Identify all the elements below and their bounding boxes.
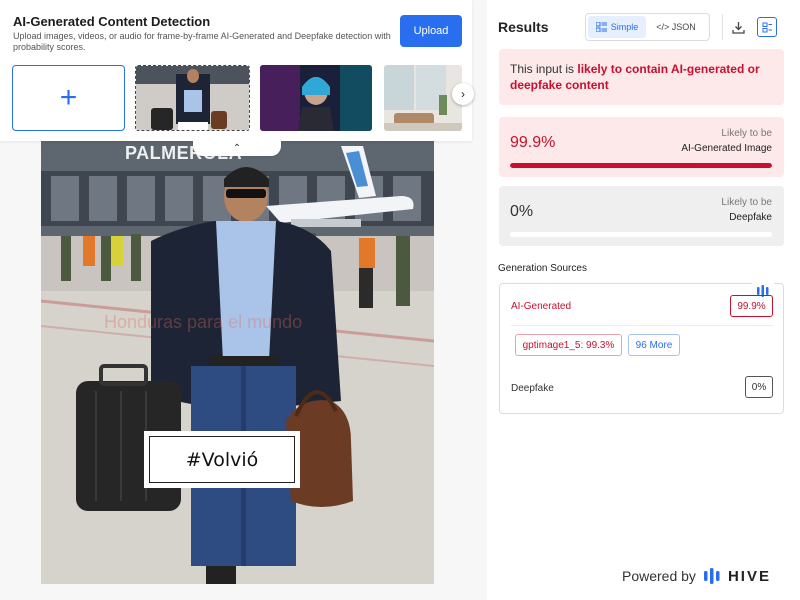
download-icon <box>731 21 745 34</box>
thumbnail-next-button[interactable]: › <box>452 83 474 105</box>
collapse-thumbnails-button[interactable]: ⌃ <box>193 141 281 156</box>
download-button[interactable] <box>728 17 748 37</box>
view-json-option[interactable]: </> JSON <box>646 16 706 38</box>
image-caption: #Volvió <box>149 436 295 483</box>
hive-logo-icon <box>703 568 720 584</box>
more-models-button[interactable]: 96 More <box>628 334 680 356</box>
ai-generated-score: 99.9% <box>510 134 556 151</box>
view-simple-label: Simple <box>610 22 639 32</box>
source-ai-label: AI-Generated <box>511 301 572 312</box>
source-deepfake-score-badge: 0% <box>745 376 773 398</box>
deepfake-likely-label: Likely to be <box>721 197 772 208</box>
upload-button[interactable]: Upload <box>400 15 462 47</box>
thumbnail-item[interactable] <box>260 65 372 131</box>
deepfake-category-label: Deepfake <box>729 212 772 223</box>
image-watermark: Honduras para el mundo <box>104 312 303 332</box>
upload-header-card: AI-Generated Content Detection Upload im… <box>0 0 472 141</box>
chevron-right-icon: › <box>461 87 465 101</box>
thumbnail-strip: + <box>12 65 462 131</box>
ai-score-bar-fill <box>510 163 772 168</box>
verdict-prefix: This input is <box>510 62 578 76</box>
brand-name: HIVE <box>727 567 771 585</box>
thumbnail-selected[interactable] <box>135 65 250 131</box>
ai-likely-label: Likely to be <box>721 128 772 139</box>
page-title: AI-Generated Content Detection <box>13 14 211 29</box>
ai-category-label: AI-Generated Image <box>681 143 772 154</box>
main-image <box>41 141 434 584</box>
add-media-button[interactable]: + <box>12 65 125 131</box>
app-root: PALMEROLA Honduras para el mundo #Volvió… <box>0 0 800 600</box>
generation-sources-card: AI-Generated 99.9% gptimage1_5: 99.3% 96… <box>499 282 784 414</box>
view-simple-option[interactable]: Simple <box>588 16 646 38</box>
chevron-up-icon: ⌃ <box>232 143 242 154</box>
plus-icon: + <box>59 81 78 114</box>
thumbnail-item[interactable] <box>384 65 462 131</box>
generation-sources-title: Generation Sources <box>498 263 587 274</box>
toolbar-divider <box>722 14 723 40</box>
source-ai-score-badge: 99.9% <box>730 295 773 317</box>
view-mode-toggle: Simple </> JSON <box>585 13 710 41</box>
deepfake-score-card: 0% Likely to be Deepfake <box>499 186 784 246</box>
verdict-alert: This input is likely to contain AI-gener… <box>499 49 784 105</box>
powered-by-text: Powered by <box>622 568 696 584</box>
deepfake-score: 0% <box>510 203 534 220</box>
ai-generated-score-card: 99.9% Likely to be AI-Generated Image <box>499 117 784 177</box>
view-json-label: </> JSON <box>656 22 696 32</box>
image-caption-box: #Volvió <box>144 431 300 488</box>
list-view-icon <box>595 22 607 32</box>
source-deepfake-label: Deepfake <box>511 383 554 394</box>
results-title: Results <box>498 19 549 35</box>
powered-by-footer: Powered by HIVE <box>622 567 771 585</box>
layout-icon <box>762 22 772 32</box>
sources-divider <box>511 325 773 326</box>
layout-view-button[interactable] <box>757 17 777 37</box>
ai-score-bar <box>510 163 772 168</box>
deepfake-score-bar <box>510 232 772 237</box>
model-chip[interactable]: gptimage1_5: 99.3% <box>515 334 622 356</box>
page-description: Upload images, videos, or audio for fram… <box>13 31 391 52</box>
